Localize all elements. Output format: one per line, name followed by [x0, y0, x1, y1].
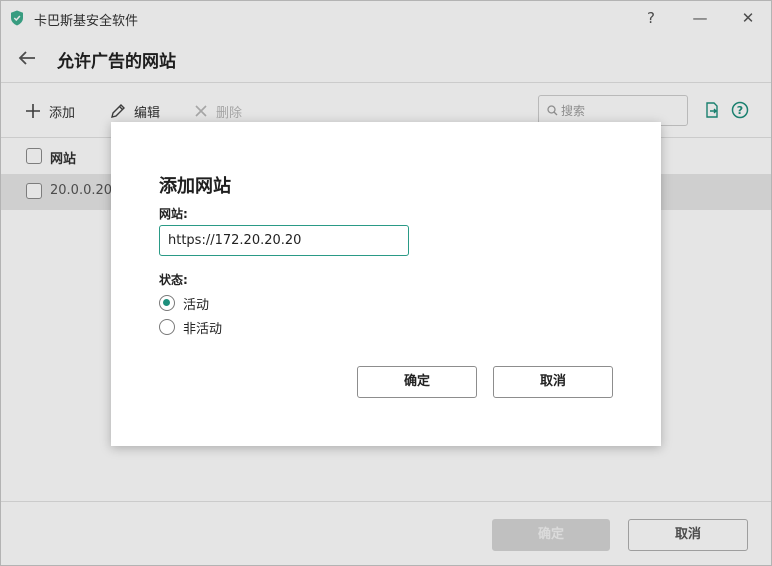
radio-active-label: 活动 [183, 297, 210, 313]
dialog-title: 添加网站 [159, 176, 231, 197]
dialog-cancel-button[interactable]: 取消 [493, 366, 613, 398]
radio-active[interactable] [159, 295, 175, 311]
dialog-ok-button[interactable]: 确定 [357, 366, 477, 398]
status-option-inactive[interactable]: 非活动 [159, 318, 223, 337]
radio-inactive[interactable] [159, 319, 175, 335]
status-option-active[interactable]: 活动 [159, 294, 210, 313]
status-field-label: 状态: [159, 273, 188, 287]
site-url-input[interactable] [159, 225, 409, 256]
site-field-label: 网站: [159, 207, 188, 221]
add-site-dialog: 添加网站 网站: 状态: 活动 非活动 确定 取消 [111, 122, 661, 446]
radio-inactive-label: 非活动 [183, 321, 223, 337]
